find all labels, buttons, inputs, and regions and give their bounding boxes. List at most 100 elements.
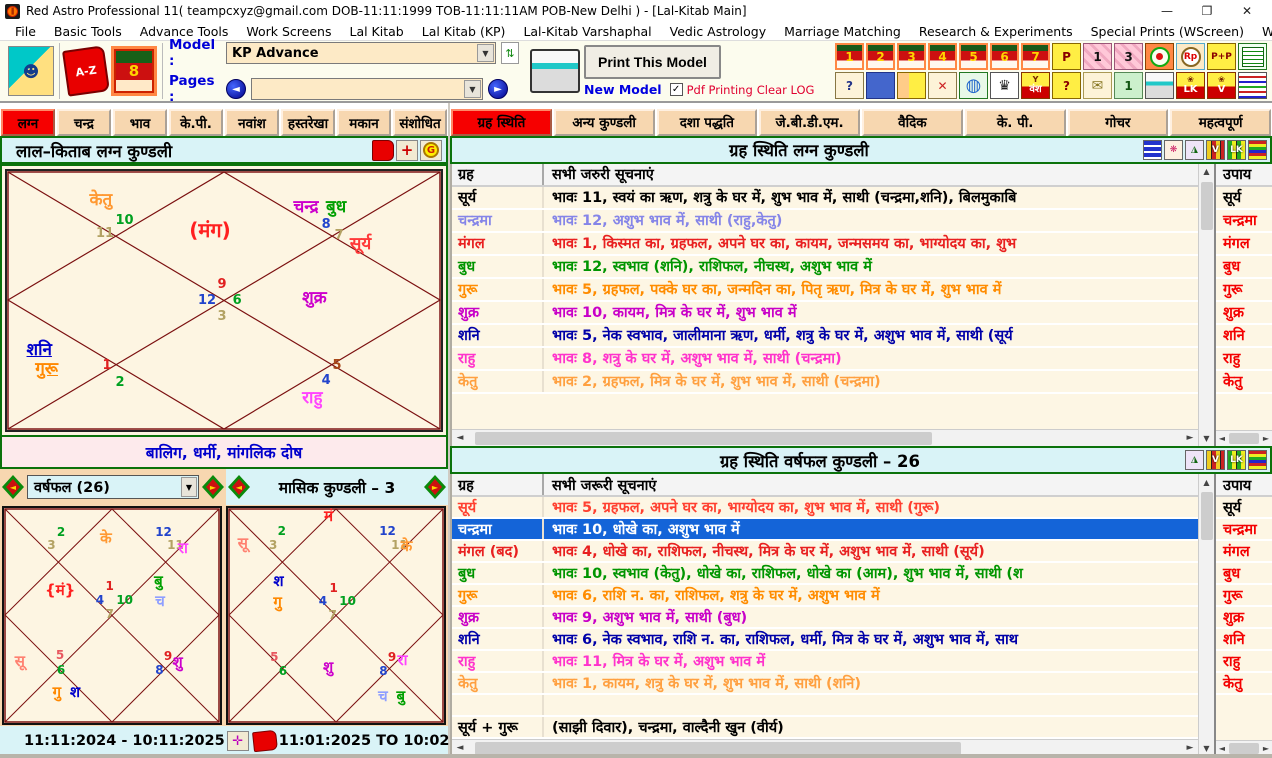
upay-item[interactable]: बुध (1216, 256, 1272, 279)
tab-makan[interactable]: मकान (337, 109, 391, 136)
upay-item[interactable]: गुरू (1216, 279, 1272, 302)
table-row[interactable]: केतुभावः 2, ग्रहफल, मित्र के घर में, शुभ… (452, 371, 1198, 394)
clear-log-link[interactable]: Clear LOG (757, 83, 815, 97)
table-row[interactable]: शुक्रभावः 9, अशुभ भाव में, साथी (बुध) (452, 607, 1198, 629)
table-row[interactable]: शुक्रभावः 10, कायम, मित्र के घर में, शुभ… (452, 302, 1198, 325)
tab-hastrekha[interactable]: हस्तरेखा (281, 109, 335, 136)
printer-small-icon[interactable] (1145, 72, 1174, 99)
menu-window[interactable]: Window (1253, 24, 1272, 39)
dropdown-arrow-icon[interactable]: ▼ (464, 80, 481, 98)
model-dropdown[interactable]: KP Advance▼ (226, 42, 496, 64)
work-screen-2-icon[interactable]: 2 (866, 43, 895, 70)
menu-basic-tools[interactable]: Basic Tools (45, 24, 131, 39)
section2-vscrollbar[interactable]: ▲▼ (1198, 474, 1214, 756)
kundali-1-icon[interactable]: 1 (1083, 43, 1112, 70)
upay-item[interactable]: मंगल (1216, 233, 1272, 256)
upay-item[interactable]: शुक्र (1216, 607, 1272, 629)
table-row[interactable]: शनिभावः 5, नेक स्वभाव, जालीमाना ऋण, धर्म… (452, 325, 1198, 348)
tab-lagna[interactable]: लग्न (1, 109, 55, 136)
work-screen-6-icon[interactable]: 6 (990, 43, 1019, 70)
palette-icon[interactable]: ❋ (1164, 140, 1183, 160)
grid-table-icon[interactable] (1143, 140, 1162, 160)
profile-list-icon[interactable] (897, 72, 926, 99)
compass-icon[interactable] (1145, 43, 1174, 70)
lal-kitab-v-icon[interactable]: ❀V (1207, 72, 1236, 99)
playing-card-icon[interactable]: ♛ (990, 72, 1019, 99)
table-row-selected[interactable]: चन्द्रमाभावः 10, धोखे का, अशुभ भाव में (452, 519, 1198, 541)
pages-dropdown[interactable]: ▼ (251, 78, 483, 100)
match-making-icon[interactable]: ✕ (928, 72, 957, 99)
spreadsheet-icon[interactable] (1238, 43, 1267, 70)
upay-item[interactable]: केतु (1216, 371, 1272, 394)
work-screen-7-icon[interactable]: 7 (1021, 43, 1050, 70)
question-book-icon[interactable]: ? (1052, 72, 1081, 99)
tab-jbdm[interactable]: जे.बी.डी.एम. (759, 109, 860, 136)
tab-bhava[interactable]: भाव (113, 109, 167, 136)
close-button[interactable]: ✕ (1227, 1, 1267, 21)
lk-grid-icon[interactable]: LK (1227, 140, 1246, 160)
section1-vscrollbar[interactable]: ▲▼ (1198, 164, 1214, 446)
upay-item[interactable]: राहु (1216, 348, 1272, 371)
table-row[interactable]: सूर्यभावः 11, स्वयं का ऋण, शत्रु के घर म… (452, 187, 1198, 210)
upay-item[interactable]: सूर्य (1216, 497, 1272, 519)
clients-icon[interactable]: ☻ (8, 46, 54, 96)
work-screen-3-icon[interactable]: 3 (897, 43, 926, 70)
varshphal-prev-button[interactable]: ◄ (2, 475, 24, 499)
restore-button[interactable]: ❐ (1187, 1, 1227, 21)
upay-item[interactable]: शुक्र (1216, 302, 1272, 325)
tab-navansh[interactable]: नवांश (225, 109, 279, 136)
lal-kitab-lk-icon[interactable]: ❀LK (1176, 72, 1205, 99)
menu-marriage-matching[interactable]: Marriage Matching (775, 24, 910, 39)
plus-icon[interactable]: + (396, 140, 418, 161)
globe-icon[interactable]: ◍ (959, 72, 988, 99)
work-screen-5-icon[interactable]: 5 (959, 43, 988, 70)
table-row[interactable]: बुधभावः 12, स्वभाव (शनि), राशिफल, नीचस्थ… (452, 256, 1198, 279)
upay-item[interactable]: केतु (1216, 673, 1272, 695)
color-list-icon[interactable] (1238, 72, 1267, 99)
blue-book-icon[interactable] (866, 72, 895, 99)
tab-vedic[interactable]: वैदिक (862, 109, 963, 136)
dropdown-arrow-icon[interactable]: ▼ (477, 44, 494, 62)
printer-icon[interactable] (530, 49, 580, 93)
menu-lal-kitab-varshaphal[interactable]: Lal-Kitab Varshaphal (514, 24, 660, 39)
upay-item[interactable]: शनि (1216, 629, 1272, 651)
menu-vedic-astrology[interactable]: Vedic Astrology (661, 24, 775, 39)
upay-item[interactable]: चन्द्रमा (1216, 210, 1272, 233)
upay-item[interactable]: शनि (1216, 325, 1272, 348)
upay-item[interactable]: गुरू (1216, 585, 1272, 607)
upay-hscrollbar[interactable]: ◄► (1216, 430, 1272, 446)
p-plus-p-icon[interactable]: P+P (1207, 43, 1236, 70)
work-screen-1-icon[interactable]: 1 (835, 43, 864, 70)
book-date-icon[interactable] (252, 730, 278, 752)
rupee-icon[interactable]: Rp (1176, 43, 1205, 70)
page-prev-button[interactable]: ◄ (226, 79, 246, 99)
tab-dasha-paddhati[interactable]: दशा पद्धति (657, 109, 758, 136)
lal-kitab-book-icon[interactable]: A-Z (62, 45, 110, 96)
computer-print-icon[interactable]: 1 (1114, 72, 1143, 99)
masik-next-button[interactable]: ► (424, 475, 446, 499)
g-icon[interactable]: G (420, 140, 442, 161)
tab-kp[interactable]: के.पी. (169, 109, 223, 136)
table-row[interactable]: शनिभावः 6, नेक स्वभाव, राशि न. का, राशिफ… (452, 629, 1198, 651)
chart-tool-icon[interactable]: ◮ (1185, 140, 1204, 160)
table-row[interactable]: बुधभावः 10, स्वभाव (केतु), धोखे का, राशि… (452, 563, 1198, 585)
table-row[interactable]: राहुभावः 8, शत्रु के घर में, अशुभ भाव मे… (452, 348, 1198, 371)
v-grid-icon[interactable]: V (1206, 450, 1225, 470)
stripes-icon[interactable] (1248, 450, 1267, 470)
kundali-3-icon[interactable]: 3 (1114, 43, 1143, 70)
upay-item[interactable]: चन्द्रमा (1216, 519, 1272, 541)
table-row[interactable]: राहुभावः 11, मित्र के घर में, अशुभ भाव म… (452, 651, 1198, 673)
menu-special-prints[interactable]: Special Prints (WScreen) (1082, 24, 1253, 39)
work-screen-4-icon[interactable]: 4 (928, 43, 957, 70)
map-question-icon[interactable]: ? (835, 72, 864, 99)
dropdown-arrow-icon[interactable]: ▼ (181, 477, 197, 497)
calendar-icon[interactable]: 8 (111, 46, 157, 96)
tab-kp-right[interactable]: के. पी. (965, 109, 1066, 136)
table-row[interactable]: गुरूभावः 5, ग्रहफल, पक्के घर का, जन्मदिन… (452, 279, 1198, 302)
tab-sanshodhit[interactable]: संशोधित (393, 109, 447, 136)
refresh-model-icon[interactable]: ⇅ (501, 42, 519, 64)
tab-anya-kundali[interactable]: अन्य कुण्डली (554, 109, 655, 136)
table-row[interactable]: चन्द्रमाभावः 12, अशुभ भाव में, साथी (राह… (452, 210, 1198, 233)
tab-chandra[interactable]: चन्द्र (57, 109, 111, 136)
table-row[interactable]: मंगल (बद)भावः 4, धोखे का, राशिफल, नीचस्थ… (452, 541, 1198, 563)
